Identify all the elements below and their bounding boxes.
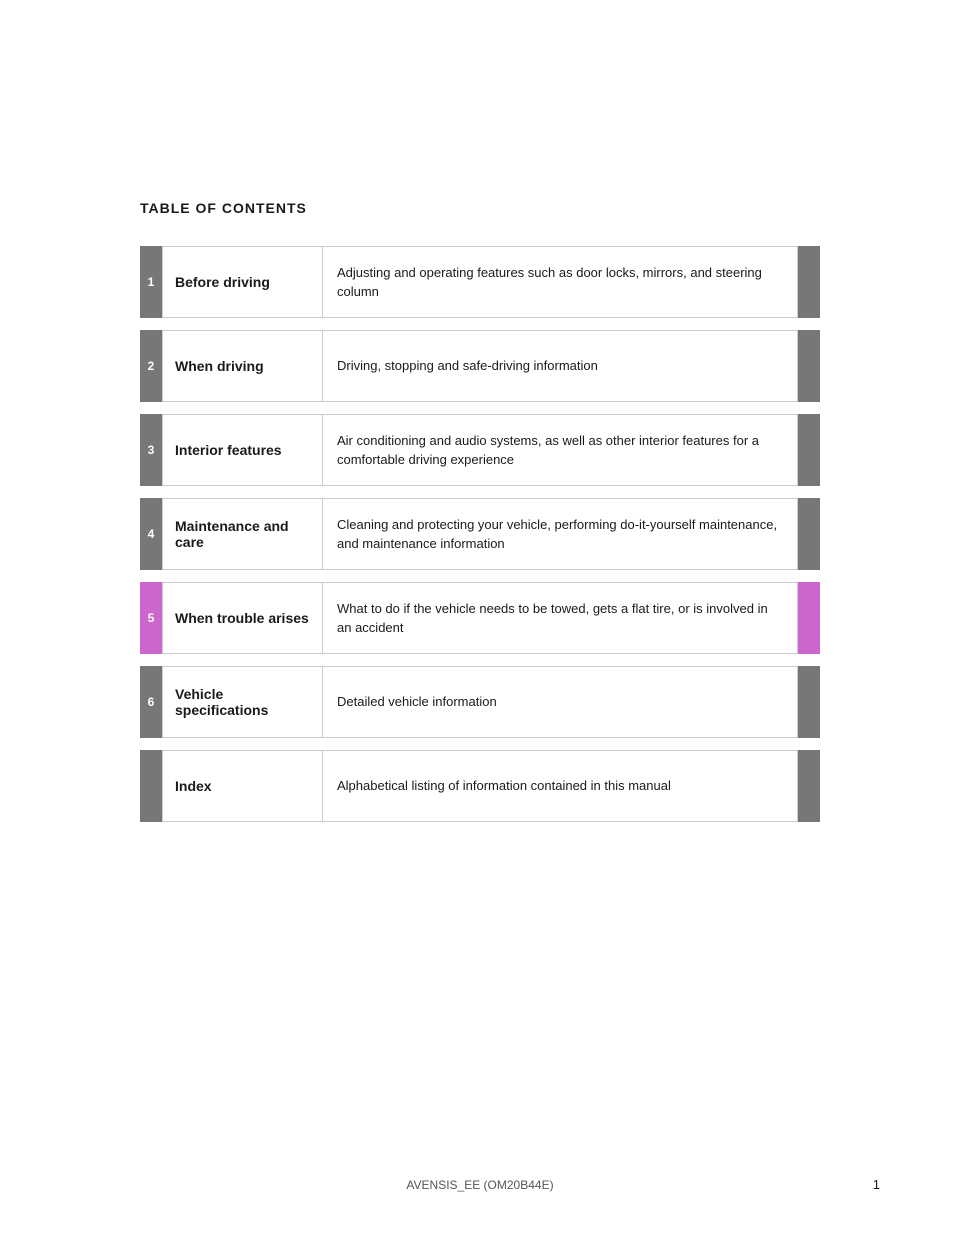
entry-description: Alphabetical listing of information cont… <box>322 750 798 822</box>
entry-description: Driving, stopping and safe-driving infor… <box>322 330 798 402</box>
entry-number: 6 <box>140 666 162 738</box>
entry-title: Interior features <box>162 414 322 486</box>
entry-title: Before driving <box>162 246 322 318</box>
toc-entries: 1 Before driving Adjusting and operating… <box>140 246 820 822</box>
toc-entry: 5 When trouble arises What to do if the … <box>140 582 820 654</box>
entry-color-block <box>798 582 820 654</box>
entry-number: 1 <box>140 246 162 318</box>
entry-number: 2 <box>140 330 162 402</box>
entry-color-block <box>798 498 820 570</box>
toc-entry: 1 Before driving Adjusting and operating… <box>140 246 820 318</box>
footer-text: AVENSIS_EE (OM20B44E) <box>0 1178 960 1192</box>
toc-entry: 4 Maintenance and care Cleaning and prot… <box>140 498 820 570</box>
toc-title: TABLE OF CONTENTS <box>140 200 820 216</box>
entry-description: Adjusting and operating features such as… <box>322 246 798 318</box>
entry-description: Cleaning and protecting your vehicle, pe… <box>322 498 798 570</box>
content-area: TABLE OF CONTENTS 1 Before driving Adjus… <box>0 0 960 882</box>
entry-color-block <box>798 330 820 402</box>
entry-color-block <box>798 750 820 822</box>
page-container: TABLE OF CONTENTS 1 Before driving Adjus… <box>0 0 960 1242</box>
entry-title: When driving <box>162 330 322 402</box>
entry-color-block <box>798 666 820 738</box>
entry-title: Maintenance and care <box>162 498 322 570</box>
toc-entry: 3 Interior features Air conditioning and… <box>140 414 820 486</box>
entry-number: 3 <box>140 414 162 486</box>
entry-description: Detailed vehicle information <box>322 666 798 738</box>
entry-number: 4 <box>140 498 162 570</box>
entry-title: Vehicle specifications <box>162 666 322 738</box>
page-number: 1 <box>873 1177 880 1192</box>
toc-entry: Index Alphabetical listing of informatio… <box>140 750 820 822</box>
entry-number <box>140 750 162 822</box>
toc-entry: 2 When driving Driving, stopping and saf… <box>140 330 820 402</box>
entry-title: Index <box>162 750 322 822</box>
entry-number: 5 <box>140 582 162 654</box>
entry-color-block <box>798 414 820 486</box>
entry-description: Air conditioning and audio systems, as w… <box>322 414 798 486</box>
entry-color-block <box>798 246 820 318</box>
entry-description: What to do if the vehicle needs to be to… <box>322 582 798 654</box>
toc-entry: 6 Vehicle specifications Detailed vehicl… <box>140 666 820 738</box>
entry-title: When trouble arises <box>162 582 322 654</box>
